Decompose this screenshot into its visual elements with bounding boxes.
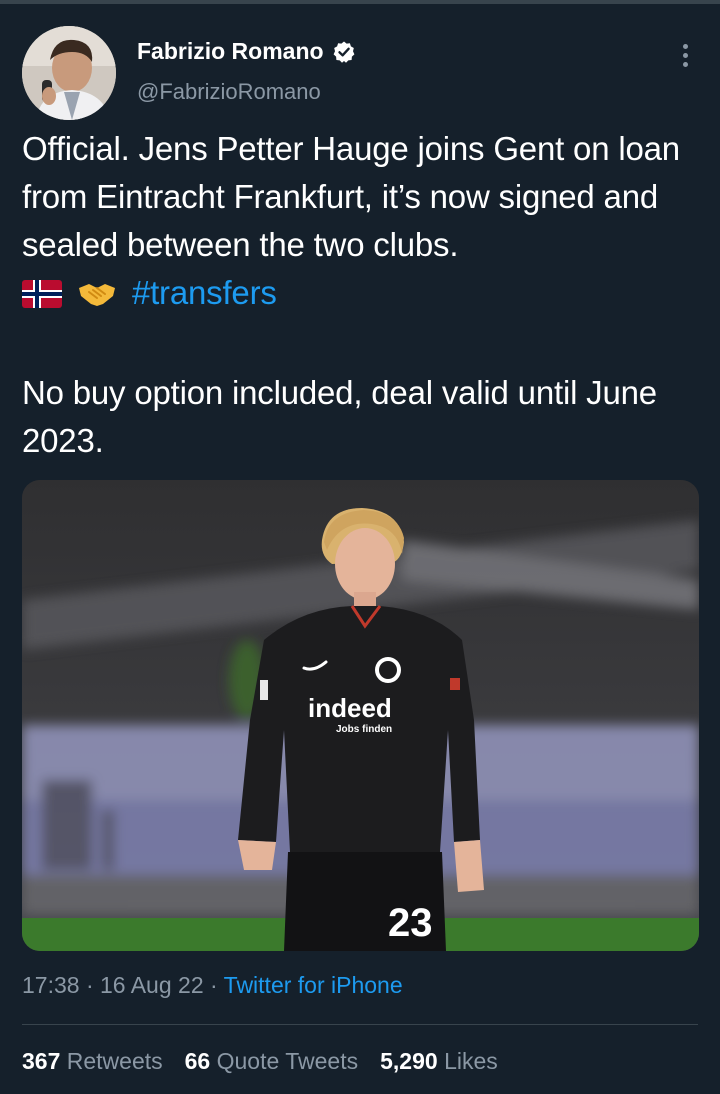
likes-count: 5,290 [380,1048,438,1074]
quotes-count: 66 [184,1048,211,1074]
tweet-text-line1: Official. Jens Petter Hauge joins Gent o… [22,130,680,263]
shirt-number: 23 [388,901,433,945]
quotes-label: Quote Tweets [216,1048,359,1074]
stats-divider [22,1024,698,1025]
player-photo: indeed Jobs finden 23 [22,480,699,951]
tweet-source-link[interactable]: Twitter for iPhone [224,972,403,998]
author-name-row[interactable]: Fabrizio Romano [137,38,356,65]
tweet-time[interactable]: 17:38 [22,972,80,998]
tweet-date[interactable]: 16 Aug 22 [100,972,204,998]
author-name[interactable]: Fabrizio Romano [137,38,324,65]
top-divider [0,0,720,4]
shirt-sponsor-sub: Jobs finden [336,724,392,735]
shirt-sponsor: indeed [308,693,392,723]
tweet-text: Official. Jens Petter Hauge joins Gent o… [22,125,712,465]
retweets-label: Retweets [66,1048,163,1074]
tweet-meta: 17:38 · 16 Aug 22 · Twitter for iPhone [22,972,403,999]
author-handle[interactable]: @FabrizioRomano [137,79,321,105]
meta-separator: · [210,972,218,998]
handshake-icon [77,273,117,321]
likes-label: Likes [444,1048,498,1074]
verified-badge-icon [332,40,356,64]
retweets-stat[interactable]: 367 Retweets [22,1048,163,1075]
tweet-emoji-hashtag-line: #transfers [22,269,712,321]
quote-tweets-stat[interactable]: 66 Quote Tweets [185,1048,358,1075]
likes-stat[interactable]: 5,290 Likes [380,1048,498,1075]
retweets-count: 367 [22,1048,61,1074]
avatar-photo [22,26,116,120]
meta-separator: · [85,972,94,998]
norway-flag-icon [22,273,62,321]
tweet-stats: 367 Retweets 66 Quote Tweets 5,290 Likes [22,1048,498,1075]
tweet-photo[interactable]: indeed Jobs finden 23 [22,480,699,951]
tweet-text-line2: No buy option included, deal valid until… [22,374,657,459]
avatar[interactable] [22,26,116,120]
hashtag-link[interactable]: #transfers [132,274,277,311]
more-options-icon[interactable] [670,40,700,70]
